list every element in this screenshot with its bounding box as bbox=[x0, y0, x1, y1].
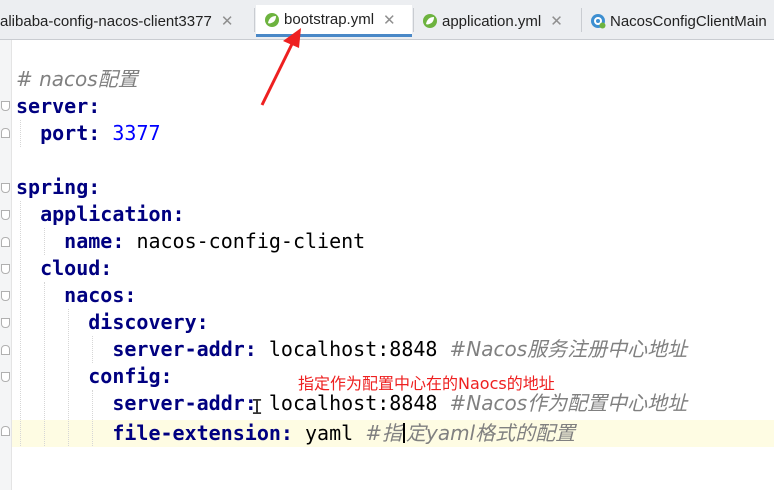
fold-marker-icon[interactable] bbox=[1, 237, 10, 247]
code-line: cloud: bbox=[16, 255, 112, 282]
code-line: server-addr: localhost:8848 #Nacos作为配置中心… bbox=[16, 390, 687, 417]
code-line: discovery: bbox=[16, 309, 209, 336]
close-icon[interactable]: ✕ bbox=[383, 11, 396, 29]
yaml-key: server-addr: bbox=[112, 337, 257, 361]
code-line: nacos: bbox=[16, 282, 136, 309]
fold-marker-icon[interactable] bbox=[1, 372, 10, 382]
tab-module-pom[interactable]: alibaba-config-nacos-client3377 ✕ bbox=[0, 5, 253, 37]
yaml-value: nacos-config-client bbox=[136, 229, 366, 253]
code-line: application: bbox=[16, 201, 185, 228]
code-line: config: bbox=[16, 363, 173, 390]
tab-label: application.yml bbox=[442, 12, 542, 30]
code-line: # nacos配置 bbox=[16, 66, 138, 93]
yaml-key: nacos: bbox=[64, 283, 137, 307]
fold-marker-icon[interactable] bbox=[1, 318, 10, 328]
tab-label: alibaba-config-nacos-client3377 bbox=[0, 12, 212, 30]
tab-bootstrap-yml[interactable]: bootstrap.yml ✕ bbox=[256, 5, 412, 37]
editor-tab-bar: alibaba-config-nacos-client3377 ✕ bootst… bbox=[0, 0, 774, 40]
fold-marker-icon[interactable] bbox=[1, 264, 10, 274]
ibeam-cursor-icon: I bbox=[251, 395, 264, 419]
yaml-key: cloud: bbox=[40, 256, 113, 280]
yaml-comment: # nacos配置 bbox=[16, 67, 138, 91]
code-line: port: 3377 bbox=[16, 120, 161, 147]
editor-gutter bbox=[0, 40, 12, 490]
yaml-key: server: bbox=[16, 94, 101, 118]
yaml-key: port: bbox=[40, 121, 101, 145]
code-line: server: bbox=[16, 93, 100, 120]
close-icon[interactable]: ✕ bbox=[221, 12, 234, 30]
code-line: name: nacos-config-client bbox=[16, 228, 365, 255]
yaml-key: name: bbox=[64, 229, 125, 253]
tab-application-yml[interactable]: application.yml ✕ bbox=[414, 5, 580, 37]
yaml-value: yaml bbox=[305, 421, 354, 445]
close-icon[interactable]: ✕ bbox=[550, 12, 563, 30]
java-class-icon bbox=[590, 13, 606, 29]
fold-marker-icon[interactable] bbox=[1, 345, 10, 355]
yaml-key: file-extension: bbox=[112, 421, 293, 445]
yaml-key: discovery: bbox=[88, 310, 209, 334]
red-annotation: 指定作为配置中心在的Naocs的地址 bbox=[298, 374, 555, 393]
yaml-comment: 定yaml格式的配置 bbox=[405, 421, 576, 445]
fold-marker-icon[interactable] bbox=[1, 183, 10, 193]
fold-marker-icon[interactable] bbox=[1, 426, 10, 436]
yaml-key: config: bbox=[88, 364, 173, 388]
yaml-value: 3377 bbox=[112, 121, 161, 145]
code-line: server-addr: localhost:8848 #Nacos服务注册中心… bbox=[16, 336, 687, 363]
fold-marker-icon[interactable] bbox=[1, 210, 10, 220]
tab-label: NacosConfigClientMain bbox=[610, 12, 767, 30]
tab-nacos-config-client-main[interactable]: NacosConfigClientMain bbox=[582, 5, 774, 37]
yaml-key: spring: bbox=[16, 175, 101, 199]
code-line: spring: bbox=[16, 174, 100, 201]
spring-leaf-icon bbox=[264, 12, 280, 28]
fold-marker-icon[interactable] bbox=[1, 101, 10, 111]
yaml-comment: #指 bbox=[365, 421, 402, 445]
yaml-comment: #Nacos服务注册中心地址 bbox=[449, 337, 688, 361]
code-editor[interactable]: # nacos配置 server: port: 3377 spring: app… bbox=[0, 40, 774, 490]
tab-label: bootstrap.yml bbox=[284, 11, 375, 28]
spring-leaf-icon bbox=[422, 13, 438, 29]
yaml-value: localhost:8848 bbox=[268, 337, 438, 361]
fold-marker-icon[interactable] bbox=[1, 291, 10, 301]
yaml-value: localhost:8848 bbox=[268, 391, 438, 415]
yaml-key: application: bbox=[40, 202, 185, 226]
tab-divider bbox=[254, 8, 255, 32]
yaml-key: server-addr: bbox=[112, 391, 257, 415]
yaml-comment: #Nacos作为配置中心地址 bbox=[449, 391, 688, 415]
fold-marker-icon[interactable] bbox=[1, 128, 10, 138]
code-line: file-extension: yaml #指 定yaml格式的配置 bbox=[16, 420, 575, 447]
text-caret bbox=[402, 423, 405, 443]
